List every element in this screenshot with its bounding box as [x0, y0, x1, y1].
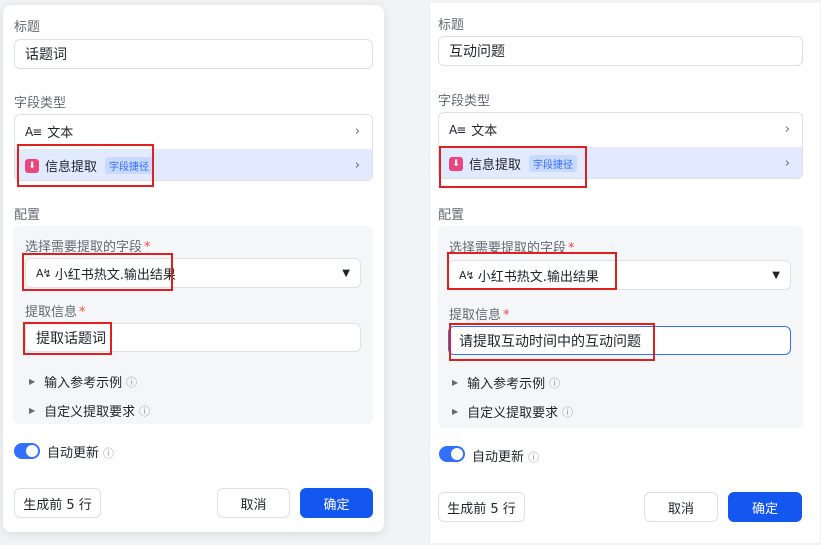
auto-update-switch[interactable] [439, 446, 465, 462]
expand-triangle-icon: ▶ [452, 378, 459, 387]
title-input-value: 话题词 [25, 47, 67, 63]
info-icon: ⓘ [126, 375, 138, 389]
highlight-box [447, 252, 617, 290]
auto-update-switch[interactable] [14, 443, 40, 459]
title-label: 标题 [14, 20, 41, 35]
info-icon: ⓘ [103, 447, 115, 460]
extract-info-label: 提取信息 * [25, 305, 86, 320]
highlight-box [439, 146, 587, 188]
chevron-right-icon: › [784, 156, 790, 171]
confirm-button[interactable]: 确定 [728, 492, 802, 522]
example-toggle[interactable]: ▶ 输入参考示例 ⓘ [452, 373, 561, 393]
dropdown-caret-icon: ▼ [772, 269, 780, 281]
title-input[interactable]: 话题词 [14, 39, 373, 69]
example-label: 输入参考示例 [467, 377, 546, 392]
info-icon: ⓘ [528, 451, 540, 464]
type-option-text-label: 文本 [47, 126, 74, 141]
generate-preview-button[interactable]: 生成前 5 行 [438, 492, 525, 522]
cancel-button[interactable]: 取消 [217, 488, 290, 518]
custom-requirement-label: 自定义提取要求 [44, 405, 136, 420]
example-label: 输入参考示例 [44, 376, 123, 391]
highlight-box [23, 322, 112, 355]
chevron-right-icon: › [784, 122, 790, 137]
confirm-button[interactable]: 确定 [300, 488, 373, 518]
text-icon: A≡ [449, 122, 466, 137]
dropdown-caret-icon: ▼ [342, 267, 350, 279]
highlight-box [17, 144, 154, 187]
title-label: 标题 [438, 18, 465, 33]
field-type-label: 字段类型 [438, 94, 491, 109]
field-type-label: 字段类型 [14, 96, 67, 111]
config-label: 配置 [438, 208, 465, 223]
generate-preview-button[interactable]: 生成前 5 行 [14, 488, 101, 518]
custom-requirement-toggle[interactable]: ▶ 自定义提取要求 ⓘ [452, 402, 574, 422]
cancel-button[interactable]: 取消 [644, 492, 718, 522]
custom-requirement-toggle[interactable]: ▶ 自定义提取要求 ⓘ [29, 401, 151, 421]
title-input[interactable]: 互动问题 [438, 36, 803, 66]
extract-info-label: 提取信息 * [449, 308, 510, 323]
auto-update-label: 自动更新 ⓘ [472, 450, 540, 465]
type-option-text[interactable]: A≡ 文本 › [439, 113, 802, 146]
expand-triangle-icon: ▶ [29, 377, 36, 386]
config-label: 配置 [14, 208, 41, 223]
expand-triangle-icon: ▶ [29, 406, 36, 415]
highlight-box [449, 323, 655, 361]
highlight-box [22, 253, 173, 291]
chevron-right-icon: › [354, 124, 360, 139]
custom-requirement-label: 自定义提取要求 [467, 406, 559, 421]
text-icon: A≡ [25, 124, 42, 139]
chevron-right-icon: › [354, 158, 360, 173]
expand-triangle-icon: ▶ [452, 407, 459, 416]
info-icon: ⓘ [139, 404, 151, 418]
title-input-value: 互动问题 [449, 44, 505, 60]
auto-update-label: 自动更新 ⓘ [47, 446, 115, 461]
info-icon: ⓘ [562, 405, 574, 419]
info-icon: ⓘ [549, 376, 561, 390]
example-toggle[interactable]: ▶ 输入参考示例 ⓘ [29, 372, 138, 392]
type-option-text-label: 文本 [471, 124, 498, 139]
